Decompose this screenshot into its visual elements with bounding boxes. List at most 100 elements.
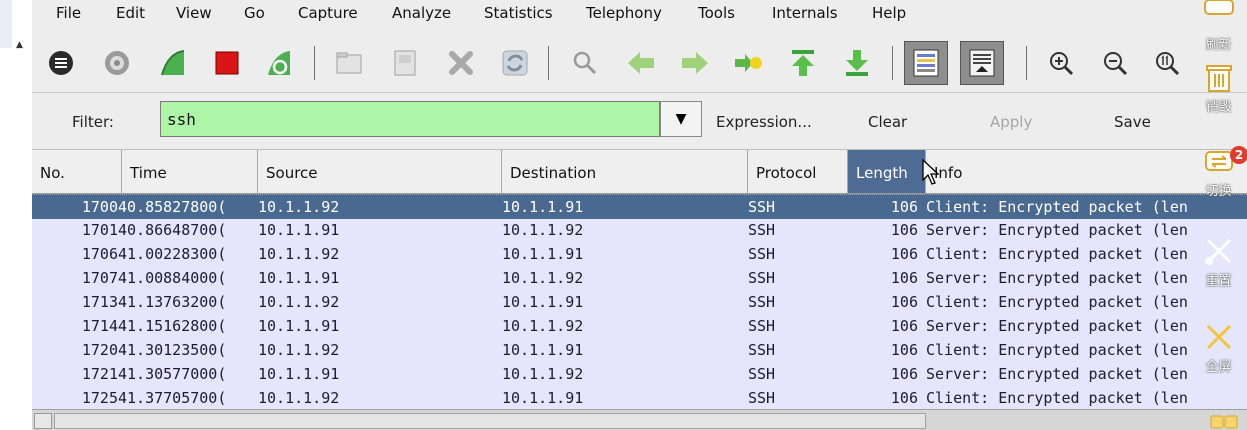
menu-statistics[interactable]: Statistics (484, 4, 553, 22)
packet-row[interactable]: 1713 41.13763200(10.1.1.92 10.1.1.91 SSH 106… (32, 290, 1247, 314)
notification-badge: 2 (1230, 146, 1247, 164)
wireshark-window: File Edit View Go Capture Analyze Statis… (32, 0, 1247, 430)
dock-refresh[interactable]: 刷新 (1190, 0, 1247, 53)
grid-icon[interactable] (1210, 414, 1240, 430)
horizontal-scrollbar[interactable] (32, 409, 1247, 430)
packet-time-cell: 41.30577000( (118, 365, 227, 383)
packet-row[interactable]: 1706 41.00228300(10.1.1.92 10.1.1.91 SSH 106… (32, 242, 1247, 266)
open-file-icon[interactable] (332, 46, 366, 80)
menu-help[interactable]: Help (872, 4, 906, 22)
fullscreen-icon (1206, 324, 1231, 350)
filter-history-dropdown[interactable]: ▼ (660, 101, 702, 137)
packet-row[interactable]: 1707 41.00884000(10.1.1.91 10.1.1.92 SSH 106… (32, 266, 1247, 290)
menu-edit[interactable]: Edit (116, 4, 145, 22)
apply-button[interactable]: Apply (990, 113, 1032, 131)
packet-row[interactable]: 1714 41.15162800(10.1.1.91 10.1.1.92 SSH 106… (32, 314, 1247, 338)
toolbar-separator (1026, 46, 1027, 80)
zoom-out-icon[interactable] (1098, 46, 1132, 80)
packet-row[interactable]: 1721 41.30577000(10.1.1.91 10.1.1.92 SSH 106… (32, 362, 1247, 386)
packet-list-header: No. Time Source Destination Protocol Len… (32, 150, 1247, 194)
go-last-icon[interactable] (840, 46, 874, 80)
packet-protocol-cell: SSH (748, 221, 776, 239)
menu-view[interactable]: View (176, 4, 212, 22)
packet-protocol-cell: SSH (748, 269, 776, 287)
scissors-icon (1204, 238, 1231, 265)
refresh-icon (1203, 0, 1234, 15)
packet-destination-cell: 10.1.1.91 (502, 293, 584, 311)
packet-length-cell: 106 (890, 365, 918, 383)
column-header-protocol[interactable]: Protocol (748, 150, 848, 193)
menu-tools[interactable]: Tools (698, 4, 735, 22)
packet-destination-cell: 10.1.1.92 (502, 221, 584, 239)
auto-scroll-icon[interactable] (960, 41, 1004, 85)
packet-time-cell: 41.13763200( (118, 293, 227, 311)
packet-no-cell: 1720 (81, 341, 118, 359)
clear-button[interactable]: Clear (868, 113, 907, 131)
packet-destination-cell: 10.1.1.92 (502, 269, 584, 287)
packet-destination-cell: 10.1.1.91 (502, 245, 584, 263)
packet-row[interactable]: 1700 40.85827800(10.1.1.92 10.1.1.91 SSH 106… (32, 194, 1247, 219)
toolbar-separator (892, 46, 893, 80)
packet-time-cell: 41.15162800( (118, 317, 227, 335)
scroll-left-button[interactable] (34, 413, 52, 429)
go-back-icon[interactable] (624, 46, 658, 80)
zoom-in-icon[interactable] (1044, 46, 1078, 80)
restart-capture-icon[interactable] (262, 46, 296, 80)
toolbar-separator (548, 46, 549, 80)
save-file-icon[interactable] (388, 46, 422, 80)
go-first-icon[interactable] (786, 46, 820, 80)
packet-row[interactable]: 1725 41.37705700(10.1.1.92 10.1.1.91 SSH 106… (32, 386, 1247, 409)
packet-source-cell: 10.1.1.92 (258, 389, 340, 407)
packet-length-cell: 106 (890, 221, 918, 239)
start-capture-icon[interactable] (156, 46, 190, 80)
left-margin: ▲ (0, 0, 32, 430)
packet-source-cell: 10.1.1.92 (258, 293, 340, 311)
column-header-no[interactable]: No. (32, 150, 122, 193)
packet-length-cell: 106 (890, 245, 918, 263)
find-packet-icon[interactable] (568, 46, 602, 80)
expression-button[interactable]: Expression... (716, 113, 812, 131)
scrollbar-thumb[interactable] (54, 413, 926, 429)
packet-source-cell: 10.1.1.91 (258, 269, 340, 287)
stop-capture-icon[interactable] (210, 46, 244, 80)
filter-toolbar: Filter: ssh ▼ Expression... Clear Apply … (32, 93, 1247, 150)
display-filter-input[interactable]: ssh (160, 101, 660, 137)
packet-protocol-cell: SSH (748, 245, 776, 263)
column-header-destination[interactable]: Destination (502, 150, 748, 193)
column-header-source[interactable]: Source (258, 150, 502, 193)
menu-analyze[interactable]: Analyze (392, 4, 451, 22)
column-header-time[interactable]: Time (122, 150, 258, 193)
menu-file[interactable]: File (56, 4, 81, 22)
interfaces-icon[interactable] (44, 46, 78, 80)
packet-no-cell: 1700 (81, 198, 118, 216)
packet-row[interactable]: 1701 40.86648700(10.1.1.91 10.1.1.92 SSH 106… (32, 218, 1247, 242)
go-forward-icon[interactable] (678, 46, 712, 80)
menu-capture[interactable]: Capture (298, 4, 358, 22)
reload-icon[interactable] (498, 46, 532, 80)
colorize-icon[interactable] (904, 41, 948, 85)
column-header-length[interactable]: Length (848, 150, 926, 193)
chevron-down-icon: ▼ (675, 111, 687, 127)
packet-length-cell: 106 (890, 198, 918, 216)
save-filter-button[interactable]: Save (1114, 113, 1151, 131)
menu-go[interactable]: Go (244, 4, 265, 22)
menu-internals[interactable]: Internals (772, 4, 838, 22)
packet-length-cell: 106 (890, 317, 918, 335)
dock-switch[interactable]: 切换 2 (1190, 146, 1247, 199)
dock-fullscreen[interactable]: 全屏 (1190, 322, 1247, 375)
zoom-normal-icon[interactable] (1150, 46, 1184, 80)
packet-destination-cell: 10.1.1.91 (502, 341, 584, 359)
packet-row[interactable]: 1720 41.30123500(10.1.1.92 10.1.1.91 SSH 106… (32, 338, 1247, 362)
dock-reset[interactable]: 重置 (1190, 236, 1247, 289)
menu-telephony[interactable]: Telephony (586, 4, 662, 22)
packet-no-cell: 1701 (81, 221, 118, 239)
collapse-arrow-icon[interactable]: ▲ (16, 40, 23, 50)
toolbar-separator (314, 46, 315, 80)
go-to-packet-icon[interactable] (732, 46, 766, 80)
packet-source-cell: 10.1.1.91 (258, 365, 340, 383)
packet-protocol-cell: SSH (748, 389, 776, 407)
dock-destroy[interactable]: 销毁 (1190, 62, 1247, 115)
dock-reset-label: 重置 (1205, 274, 1232, 289)
close-file-icon[interactable] (444, 46, 478, 80)
options-icon[interactable] (100, 46, 134, 80)
